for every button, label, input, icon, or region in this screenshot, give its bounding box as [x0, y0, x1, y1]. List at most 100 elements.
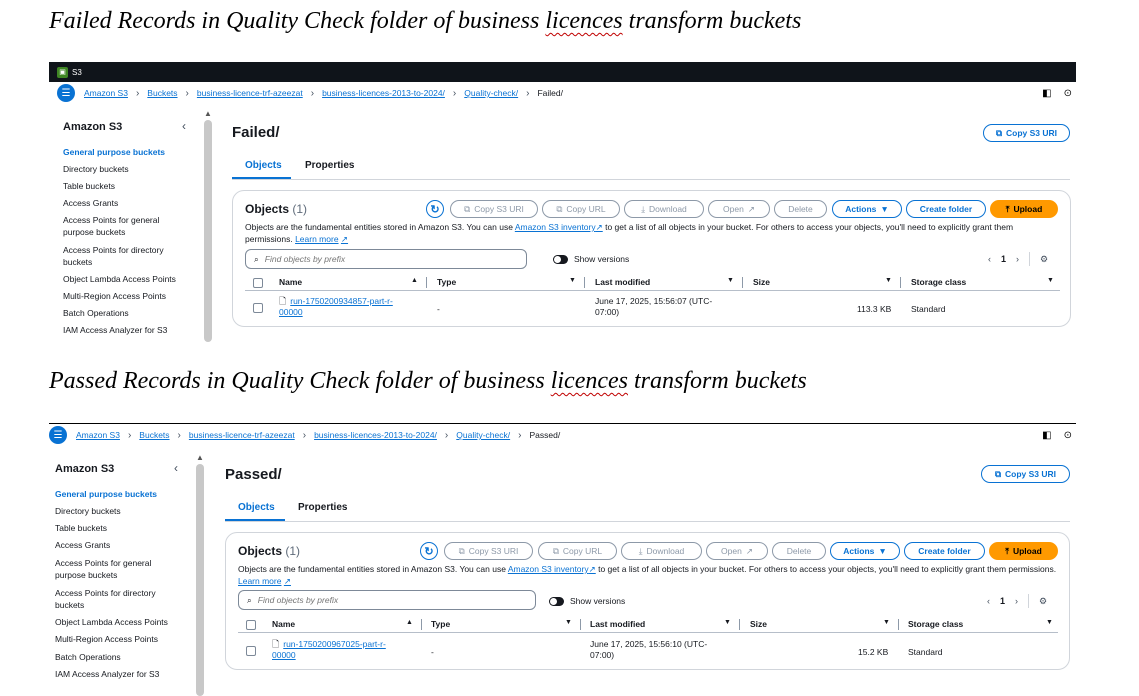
panel-toggle-icon[interactable]: ◧: [1042, 88, 1051, 99]
select-all-checkbox[interactable]: [246, 620, 256, 630]
sort-icon[interactable]: ▼: [724, 619, 731, 626]
breadcrumb-quality-check[interactable]: Quality-check/: [456, 430, 510, 440]
sidebar-item-access-points-directory[interactable]: Access Points for directory buckets: [63, 244, 183, 268]
copy-s3-uri-header-button[interactable]: ⧉ Copy S3 URI: [983, 124, 1070, 142]
open-button[interactable]: Open ↗: [706, 542, 768, 560]
show-versions-toggle[interactable]: Show versions: [549, 596, 625, 606]
gear-icon[interactable]: ⚙: [1040, 254, 1048, 265]
sort-icon[interactable]: ▼: [885, 277, 892, 284]
tab-properties[interactable]: Properties: [305, 160, 354, 171]
sidebar-item-iam-access-analyzer[interactable]: IAM Access Analyzer for S3: [63, 324, 183, 336]
copy-s3-uri-header-button[interactable]: ⧉ Copy S3 URI: [981, 465, 1070, 483]
sidebar-item-access-points-general[interactable]: Access Points for general purpose bucket…: [55, 557, 175, 581]
object-name-line1[interactable]: run-1750200934857-part-r-: [290, 296, 393, 306]
breadcrumb-folder[interactable]: business-licences-2013-to-2024/: [314, 430, 437, 440]
sidebar-item-access-grants[interactable]: Access Grants: [55, 539, 175, 551]
create-folder-button[interactable]: Create folder: [906, 200, 986, 218]
scroll-up-icon[interactable]: ▲: [204, 109, 212, 118]
upload-button[interactable]: ⤒ Upload: [990, 200, 1058, 218]
breadcrumb-buckets[interactable]: Buckets: [147, 88, 177, 98]
sort-asc-icon[interactable]: ▲: [411, 277, 418, 284]
row-checkbox[interactable]: [253, 303, 263, 313]
gear-icon[interactable]: ⚙: [1039, 596, 1047, 607]
delete-button[interactable]: Delete: [774, 200, 827, 218]
breadcrumb-quality-check[interactable]: Quality-check/: [464, 88, 518, 98]
tab-objects[interactable]: Objects: [245, 160, 282, 171]
service-label[interactable]: S3: [72, 68, 82, 77]
sidebar-item-object-lambda[interactable]: Object Lambda Access Points: [63, 273, 183, 285]
menu-icon[interactable]: ☰: [49, 426, 67, 444]
sidebar-item-table-buckets[interactable]: Table buckets: [63, 180, 183, 192]
open-button[interactable]: Open ↗: [708, 200, 770, 218]
breadcrumb-folder[interactable]: business-licences-2013-to-2024/: [322, 88, 445, 98]
sidebar-item-batch-operations[interactable]: Batch Operations: [63, 307, 183, 319]
sidebar-item-general-purpose-buckets[interactable]: General purpose buckets: [63, 146, 183, 158]
page-number[interactable]: 1: [1000, 596, 1005, 606]
sidebar-item-table-buckets[interactable]: Table buckets: [55, 522, 175, 534]
sidebar-item-object-lambda[interactable]: Object Lambda Access Points: [55, 616, 175, 628]
refresh-icon[interactable]: ↻: [420, 542, 438, 560]
select-all-checkbox[interactable]: [253, 278, 263, 288]
collapse-icon[interactable]: ‹: [182, 119, 186, 133]
search-input[interactable]: [264, 254, 465, 264]
breadcrumb-bucket[interactable]: business-licence-trf-azeezat: [197, 88, 303, 98]
next-page-icon[interactable]: ›: [1015, 596, 1018, 606]
show-versions-toggle[interactable]: Show versions: [553, 254, 629, 264]
sidebar-scrollbar[interactable]: [196, 464, 204, 696]
learn-more-link[interactable]: Learn more: [238, 576, 281, 586]
copy-s3-uri-button[interactable]: ⧉ Copy S3 URI: [450, 200, 538, 218]
collapse-icon[interactable]: ‹: [174, 461, 178, 475]
s3-service-icon[interactable]: ▣: [57, 66, 68, 78]
copy-url-button[interactable]: ⧉ Copy URL: [542, 200, 620, 218]
object-name-link[interactable]: 🗋 run-1750200967025-part-r- 00000: [272, 639, 386, 661]
column-name[interactable]: Name: [272, 619, 295, 629]
column-last-modified[interactable]: Last modified: [595, 277, 650, 287]
search-field[interactable]: ⌕: [238, 590, 536, 610]
download-button[interactable]: ⤓ Download: [621, 542, 702, 560]
column-type[interactable]: Type: [431, 619, 450, 629]
copy-s3-uri-button[interactable]: ⧉ Copy S3 URI: [444, 542, 533, 560]
column-name[interactable]: Name: [279, 277, 302, 287]
sort-icon[interactable]: ▼: [565, 619, 572, 626]
download-button[interactable]: ⤓ Download: [624, 200, 704, 218]
breadcrumb-amazon-s3[interactable]: Amazon S3: [84, 88, 128, 98]
sidebar-item-multi-region[interactable]: Multi-Region Access Points: [63, 290, 183, 302]
sidebar-item-access-points-directory[interactable]: Access Points for directory buckets: [55, 587, 175, 611]
upload-button[interactable]: ⤒ Upload: [989, 542, 1058, 560]
sidebar-item-access-grants[interactable]: Access Grants: [63, 197, 183, 209]
inventory-link[interactable]: Amazon S3 inventory: [515, 222, 596, 232]
object-name-line2[interactable]: 00000: [279, 307, 303, 317]
page-number[interactable]: 1: [1001, 254, 1006, 264]
sort-icon[interactable]: ▼: [727, 277, 734, 284]
object-name-line1[interactable]: run-1750200967025-part-r-: [283, 639, 386, 649]
sidebar-item-directory-buckets[interactable]: Directory buckets: [55, 505, 175, 517]
column-last-modified[interactable]: Last modified: [590, 619, 645, 629]
prev-page-icon[interactable]: ‹: [988, 254, 991, 264]
copy-url-button[interactable]: ⧉ Copy URL: [538, 542, 617, 560]
toggle-switch[interactable]: [553, 254, 568, 264]
column-storage-class[interactable]: Storage class: [911, 277, 966, 287]
settings-icon[interactable]: ⊙: [1064, 88, 1072, 99]
learn-more-link[interactable]: Learn more: [295, 234, 338, 244]
create-folder-button[interactable]: Create folder: [904, 542, 985, 560]
sidebar-item-access-points-general[interactable]: Access Points for general purpose bucket…: [63, 214, 183, 238]
breadcrumb-bucket[interactable]: business-licence-trf-azeezat: [189, 430, 295, 440]
search-input[interactable]: [257, 595, 458, 605]
sort-icon[interactable]: ▼: [1046, 619, 1053, 626]
search-field[interactable]: ⌕: [245, 249, 527, 269]
menu-icon[interactable]: ☰: [57, 84, 75, 102]
inventory-link[interactable]: Amazon S3 inventory: [508, 564, 589, 574]
actions-dropdown[interactable]: Actions ▼: [832, 200, 902, 218]
tab-properties[interactable]: Properties: [298, 502, 347, 513]
sidebar-scrollbar[interactable]: [204, 120, 212, 342]
sort-icon[interactable]: ▼: [1047, 277, 1054, 284]
sidebar-item-multi-region[interactable]: Multi-Region Access Points: [55, 633, 175, 645]
toggle-switch[interactable]: [549, 596, 564, 606]
column-size[interactable]: Size: [750, 619, 767, 629]
column-type[interactable]: Type: [437, 277, 456, 287]
object-name-link[interactable]: 🗋 run-1750200934857-part-r- 00000: [279, 296, 393, 318]
row-checkbox[interactable]: [246, 646, 256, 656]
scroll-up-icon[interactable]: ▲: [196, 453, 204, 462]
sort-asc-icon[interactable]: ▲: [406, 619, 413, 626]
prev-page-icon[interactable]: ‹: [987, 596, 990, 606]
